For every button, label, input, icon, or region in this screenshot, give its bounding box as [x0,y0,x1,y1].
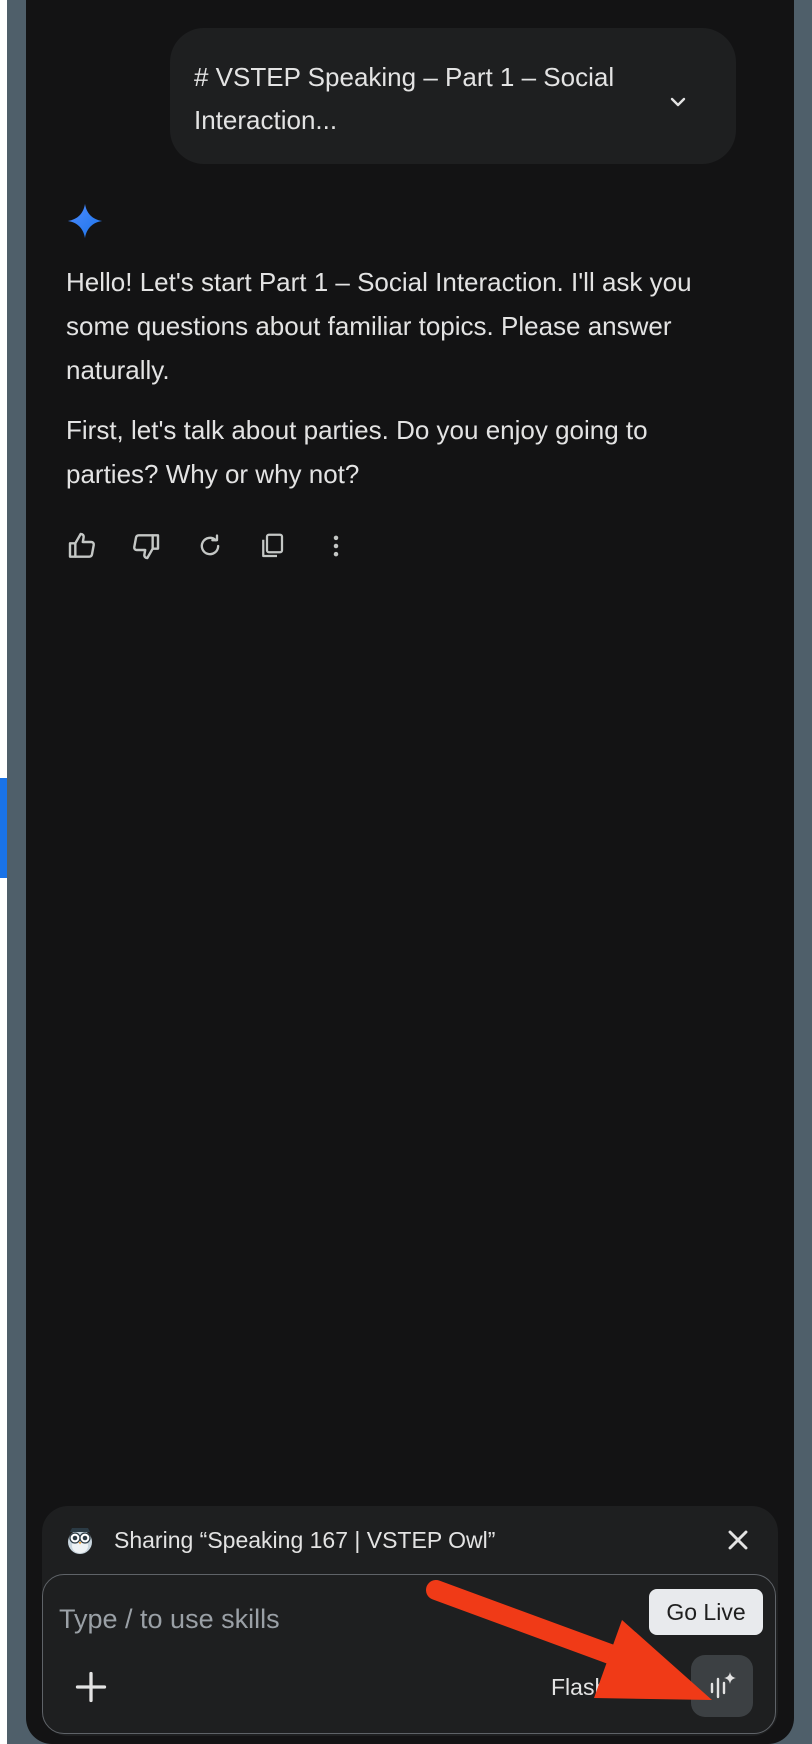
model-label: Flash [551,1673,608,1700]
prompt-input[interactable]: Type / to use skills [59,1601,280,1637]
reply-paragraph: First, let's talk about parties. Do you … [66,415,648,489]
more-options-icon[interactable] [318,528,354,564]
owl-icon [68,1528,92,1554]
chevron-down-icon[interactable] [666,90,690,114]
sharing-bar: Sharing “Speaking 167 | VSTEP Owl” [42,1506,778,1572]
user-prompt-bubble[interactable]: # VSTEP Speaking – Part 1 – Social Inter… [170,28,736,164]
add-icon[interactable] [73,1669,109,1705]
voice-input-button[interactable] [691,1655,753,1717]
gemini-sparkle-icon [67,203,103,239]
regenerate-icon[interactable] [192,528,228,564]
thumbs-down-icon[interactable] [128,528,164,564]
close-icon[interactable] [722,1524,754,1556]
reply-paragraph: Hello! Let's start Part 1 – Social Inter… [66,267,692,385]
sharing-label: Sharing “Speaking 167 | VSTEP Owl” [114,1527,496,1553]
chevron-down-icon [619,1683,632,1691]
user-prompt-text: # VSTEP Speaking – Part 1 – Social Inter… [194,62,615,135]
model-selector[interactable]: Flash [551,1667,635,1707]
go-live-button[interactable]: Go Live [649,1589,763,1635]
voice-sparkle-icon [710,1672,736,1699]
prompt-composer: Sharing “Speaking 167 | VSTEP Owl” Type … [42,1506,778,1736]
prompt-input-box[interactable]: Type / to use skills Go Live Flash [42,1574,776,1734]
left-page-accent [0,778,7,878]
copy-icon[interactable] [254,528,290,564]
gemini-side-panel: # VSTEP Speaking – Part 1 – Social Inter… [26,0,794,1744]
thumbs-up-icon[interactable] [64,528,100,564]
